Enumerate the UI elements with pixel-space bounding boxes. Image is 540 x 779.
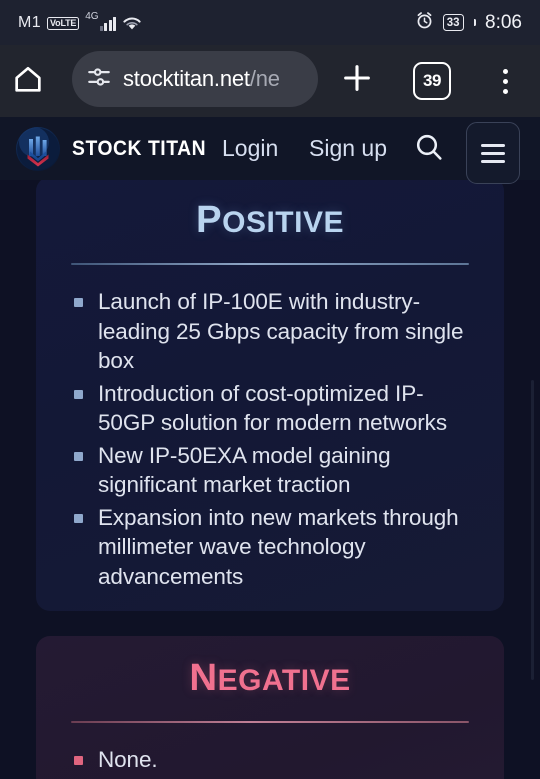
positive-title-rest: OSITIVE <box>222 206 344 239</box>
login-link[interactable]: Login <box>222 135 278 162</box>
volte-badge: VoLTE <box>47 16 80 30</box>
page-content: POSITIVE Launch of IP-100E with industry… <box>0 180 540 779</box>
more-vertical-icon-dot <box>502 88 508 94</box>
network-type-label: 4G <box>85 10 99 22</box>
signal-bars-glyph <box>99 16 117 31</box>
search-button[interactable] <box>411 131 447 167</box>
positive-card-title: POSITIVE <box>36 198 504 242</box>
wifi-icon <box>122 16 142 31</box>
url-path: /ne <box>249 66 280 91</box>
url-bar[interactable]: stocktitan.net/ne <box>72 51 318 107</box>
url-domain: stocktitan.net <box>123 66 250 91</box>
tab-switcher-button[interactable]: 39 <box>413 62 451 100</box>
positive-title-initial: P <box>196 198 223 241</box>
plus-icon <box>340 61 374 100</box>
negative-title-rest: EGATIVE <box>217 664 351 697</box>
positive-card-divider <box>71 263 469 265</box>
list-item: Introduction of cost-optimized IP-50GP s… <box>72 379 478 438</box>
list-item: None. <box>72 745 478 775</box>
battery-indicator: 33 <box>442 14 464 31</box>
positive-card: POSITIVE Launch of IP-100E with industry… <box>36 180 504 611</box>
hamburger-menu-icon-line <box>481 151 505 155</box>
android-status-bar: M1 VoLTE 4G 33 8:06 <box>0 0 540 45</box>
page-scrollbar[interactable] <box>531 380 534 680</box>
hamburger-menu-icon-line <box>481 143 505 147</box>
search-icon <box>413 131 445 168</box>
negative-title-initial: N <box>189 656 218 699</box>
list-item: New IP-50EXA model gaining significant m… <box>72 441 478 500</box>
alarm-clock-icon <box>415 11 434 35</box>
phone-screen: M1 VoLTE 4G 33 8:06 stocktitan.net/ne 39… <box>0 0 540 779</box>
tune-icon[interactable] <box>86 64 112 95</box>
list-item: Launch of IP-100E with industry-leading … <box>72 287 478 376</box>
negative-card-divider <box>71 721 469 723</box>
clock-label: 8:06 <box>485 12 522 33</box>
negative-card-title: NEGATIVE <box>36 656 504 700</box>
list-item: Expansion into new markets through milli… <box>72 503 478 592</box>
battery-percent: 33 <box>446 16 460 29</box>
positive-highlights-list: Launch of IP-100E with industry-leading … <box>36 287 504 591</box>
more-vertical-icon-dot <box>502 68 508 74</box>
site-header: STOCK TITAN Login Sign up <box>0 117 540 180</box>
signal-bars-icon: 4G <box>85 11 117 31</box>
new-tab-button[interactable] <box>333 56 381 104</box>
browser-overflow-menu-button[interactable] <box>489 60 521 102</box>
tab-count-label: 39 <box>423 71 441 90</box>
hamburger-menu-button[interactable] <box>466 122 520 184</box>
carrier-label: M1 <box>18 13 42 31</box>
hamburger-menu-icon-line <box>481 159 505 163</box>
home-icon <box>11 62 45 101</box>
brand-name: STOCK TITAN <box>72 136 207 160</box>
home-button[interactable] <box>0 62 56 101</box>
signup-link[interactable]: Sign up <box>309 135 387 162</box>
stock-titan-logo-icon[interactable] <box>16 126 60 171</box>
status-bar-right: 33 8:06 <box>415 11 522 35</box>
negative-highlights-list: None. <box>36 745 504 775</box>
negative-card: NEGATIVE None. <box>36 636 504 779</box>
more-vertical-icon-dot <box>502 78 508 84</box>
url-text: stocktitan.net/ne <box>123 66 280 92</box>
battery-cap <box>473 19 477 26</box>
status-bar-left: M1 VoLTE 4G <box>18 11 142 31</box>
